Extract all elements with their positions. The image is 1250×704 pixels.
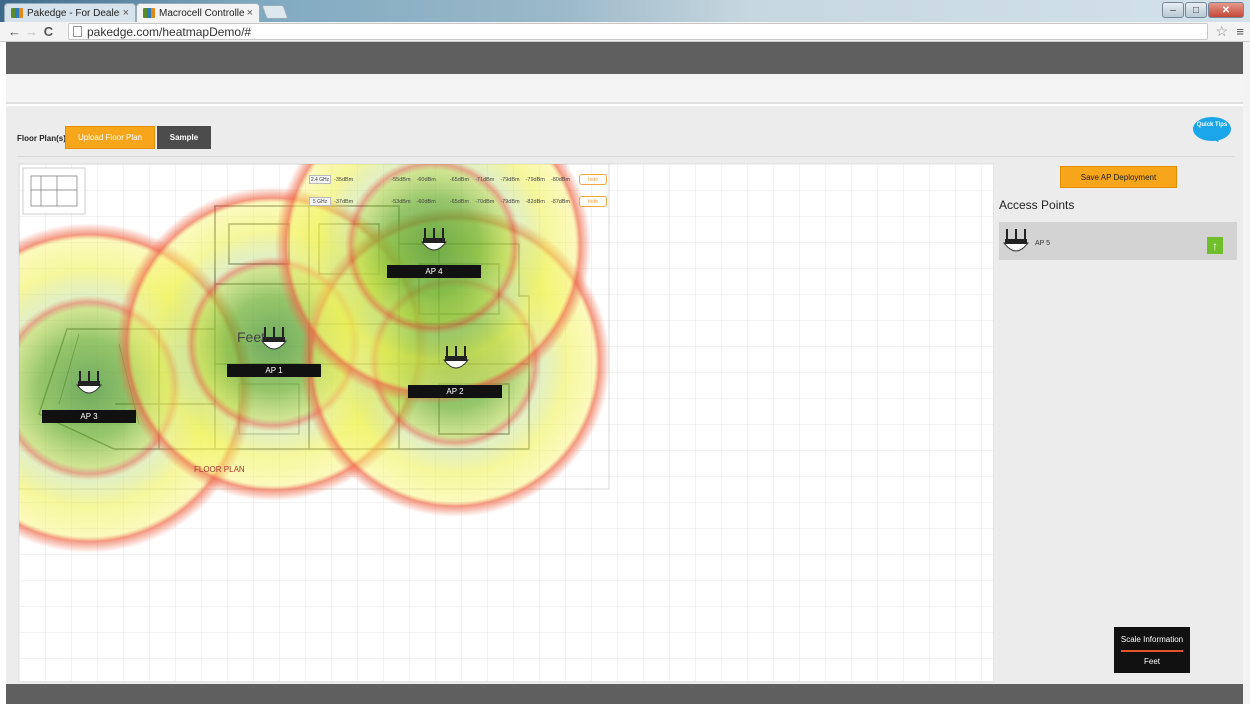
legend-band: 2.4 GHz	[309, 175, 331, 184]
pakedge-favicon-icon	[143, 8, 155, 18]
back-arrow-icon[interactable]: ←	[6, 24, 23, 39]
legend-level: -65dBm	[449, 176, 470, 183]
legend-level: -37dBm	[334, 198, 354, 205]
tab-title: Macrocell Controller	[159, 7, 244, 19]
access-point-icon	[420, 228, 448, 251]
legend-level: -80dBm	[550, 176, 571, 183]
browser-toolbar: ← → C pakedge.com/heatmapDemo/# ☆ ≡	[0, 22, 1250, 42]
legend-level: -60dBm	[416, 198, 436, 205]
floor-plans-label: Floor Plan(s)	[17, 134, 66, 143]
toolbar-divider	[17, 156, 1235, 157]
quick-tips-label: Quick Tips	[1196, 122, 1228, 128]
access-point-list-item[interactable]: AP 5 ↑	[999, 222, 1237, 260]
legend-level: -79dBm	[500, 176, 520, 183]
access-points-title: Access Points	[999, 198, 1075, 212]
reload-icon[interactable]: C	[40, 24, 57, 39]
legend-level: -35dBm	[334, 176, 354, 183]
maximize-icon[interactable]: □	[1185, 2, 1207, 18]
pakedge-favicon-icon	[11, 8, 23, 18]
browser-tabstrip: Pakedge - For Dealers - D × Macrocell Co…	[0, 0, 1250, 22]
legend-level: -65dBm	[449, 198, 470, 205]
legend-level: -82dBm	[525, 198, 545, 205]
heatmap-canvas[interactable]: FLOOR PLAN Feet 2.4 GHz -35dBm -55dBm -6…	[18, 163, 994, 682]
window-controls: – □ ✕	[1161, 2, 1244, 18]
ap-label: AP 3	[42, 410, 136, 423]
forward-arrow-icon[interactable]: →	[23, 24, 40, 39]
bookmark-star-icon[interactable]: ☆	[1215, 23, 1228, 40]
page-icon	[73, 26, 82, 37]
legend-level: -60dBm	[416, 176, 436, 183]
legend-level: -87dBm	[550, 198, 571, 205]
ap-label: AP 2	[408, 385, 502, 398]
new-tab-button[interactable]	[261, 5, 289, 19]
sample-button[interactable]: Sample	[157, 126, 211, 149]
tab-close-icon[interactable]: ×	[247, 7, 253, 19]
tab-title: Pakedge - For Dealers - D	[27, 7, 120, 19]
url-input[interactable]: pakedge.com/heatmapDemo/#	[68, 23, 1208, 40]
scale-title: Scale Information	[1120, 635, 1184, 644]
save-ap-deployment-button[interactable]: Save AP Deployment	[1060, 166, 1177, 188]
access-point-icon	[442, 346, 470, 369]
floor-plan-caption: FLOOR PLAN	[194, 465, 245, 474]
hide-24ghz-button[interactable]: hide	[579, 174, 608, 185]
upload-floor-plan-button[interactable]: Upload Floor Plan	[65, 126, 155, 149]
arrow-up-icon[interactable]: ↑	[1207, 237, 1223, 254]
heatmap-svg: FLOOR PLAN Feet	[19, 164, 993, 681]
access-point-icon	[260, 327, 288, 350]
scale-line	[1121, 650, 1183, 652]
app-header	[6, 42, 1243, 74]
legend-level: -79dBm	[500, 198, 520, 205]
ap-label: AP 4	[387, 265, 481, 278]
page-scrollbar[interactable]	[1243, 42, 1250, 704]
minimize-icon[interactable]: –	[1162, 2, 1184, 18]
browser-tab-pakedge[interactable]: Pakedge - For Dealers - D ×	[4, 3, 136, 22]
legend-level: -79dBm	[525, 176, 545, 183]
floor-plan-thumbnail[interactable]	[22, 167, 86, 215]
hide-5ghz-button[interactable]: hide	[579, 196, 608, 207]
quick-tips-button[interactable]: Quick Tips	[1193, 117, 1231, 141]
legend-level: -71dBm	[475, 176, 495, 183]
legend-row-5ghz: 5 GHz -37dBm -53dBm -60dBm -65dBm -70dBm…	[309, 196, 608, 207]
url-text: pakedge.com/heatmapDemo/#	[87, 24, 252, 39]
browser-menu-icon[interactable]: ≡	[1236, 24, 1244, 39]
tab-close-icon[interactable]: ×	[123, 7, 129, 19]
legend-level: -53dBm	[391, 198, 411, 205]
access-point-icon	[75, 371, 103, 394]
legend-band: 5 GHz	[309, 197, 331, 206]
legend-level: -55dBm	[391, 176, 411, 183]
access-point-icon	[1002, 229, 1030, 252]
legend-row-24ghz: 2.4 GHz -35dBm -55dBm -60dBm -65dBm -71d…	[309, 174, 608, 185]
app-subnav	[6, 74, 1243, 104]
access-point-label: AP 5	[1035, 240, 1051, 247]
browser-tab-macrocell[interactable]: Macrocell Controller ×	[136, 3, 260, 22]
app-footer	[6, 684, 1243, 704]
window-close-icon[interactable]: ✕	[1208, 2, 1244, 18]
scale-unit: Feet	[1143, 657, 1160, 666]
scale-information-panel: Scale Information Feet	[1114, 627, 1190, 673]
ap-label: AP 1	[227, 364, 321, 377]
legend-level: -70dBm	[475, 198, 495, 205]
